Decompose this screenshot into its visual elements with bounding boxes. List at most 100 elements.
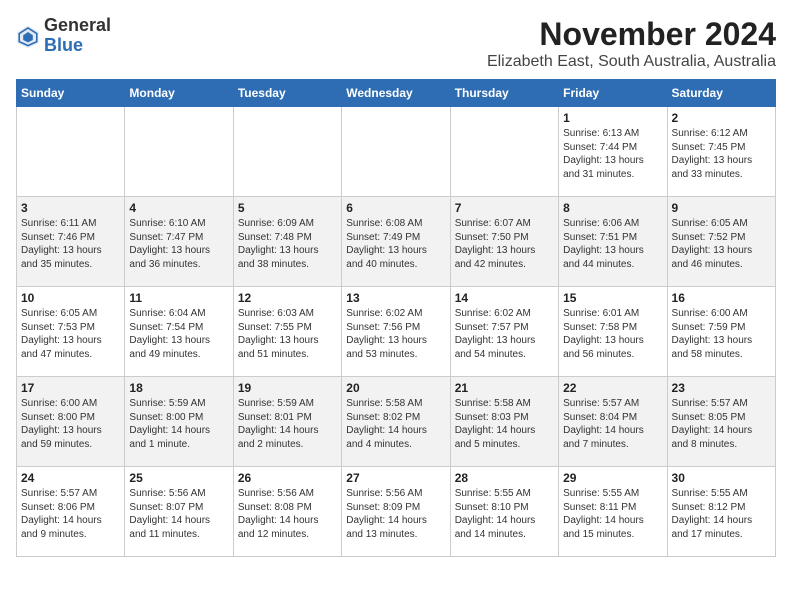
day-number: 21 [455,381,554,395]
day-info: Sunrise: 6:06 AM Sunset: 7:51 PM Dayligh… [563,217,662,271]
calendar-cell: 22 Sunrise: 5:57 AM Sunset: 8:04 PM Dayli… [559,377,667,467]
day-info: Sunrise: 6:00 AM Sunset: 7:59 PM Dayligh… [672,307,771,361]
day-number: 3 [21,201,120,215]
day-info: Sunrise: 5:59 AM Sunset: 8:01 PM Dayligh… [238,397,337,451]
day-number: 2 [672,111,771,125]
calendar-cell: 8 Sunrise: 6:06 AM Sunset: 7:51 PM Daylig… [559,197,667,287]
calendar-cell: 18 Sunrise: 5:59 AM Sunset: 8:00 PM Dayli… [125,377,233,467]
weekday-header: Saturday [667,80,775,107]
calendar-header: SundayMondayTuesdayWednesdayThursdayFrid… [17,80,776,107]
day-info: Sunrise: 6:08 AM Sunset: 7:49 PM Dayligh… [346,217,445,271]
location-subtitle: Elizabeth East, South Australia, Austral… [487,53,776,71]
calendar-week-row: 1 Sunrise: 6:13 AM Sunset: 7:44 PM Daylig… [17,107,776,197]
weekday-header: Thursday [450,80,558,107]
day-info: Sunrise: 6:02 AM Sunset: 7:57 PM Dayligh… [455,307,554,361]
calendar-week-row: 3 Sunrise: 6:11 AM Sunset: 7:46 PM Daylig… [17,197,776,287]
day-number: 25 [129,471,228,485]
calendar-body: 1 Sunrise: 6:13 AM Sunset: 7:44 PM Daylig… [17,107,776,557]
day-info: Sunrise: 6:05 AM Sunset: 7:53 PM Dayligh… [21,307,120,361]
day-info: Sunrise: 5:58 AM Sunset: 8:02 PM Dayligh… [346,397,445,451]
day-number: 1 [563,111,662,125]
calendar-week-row: 17 Sunrise: 6:00 AM Sunset: 8:00 PM Dayli… [17,377,776,467]
day-info: Sunrise: 6:07 AM Sunset: 7:50 PM Dayligh… [455,217,554,271]
day-number: 15 [563,291,662,305]
day-info: Sunrise: 5:56 AM Sunset: 8:09 PM Dayligh… [346,487,445,541]
day-number: 29 [563,471,662,485]
calendar-cell: 10Sunrise: 6:05 AM Sunset: 7:53 PM Dayli… [17,287,125,377]
calendar-cell: 2 Sunrise: 6:12 AM Sunset: 7:45 PM Daylig… [667,107,775,197]
day-number: 12 [238,291,337,305]
weekday-header: Sunday [17,80,125,107]
day-number: 24 [21,471,120,485]
day-number: 23 [672,381,771,395]
calendar-cell: 4 Sunrise: 6:10 AM Sunset: 7:47 PM Daylig… [125,197,233,287]
day-number: 8 [563,201,662,215]
calendar-cell: 11 Sunrise: 6:04 AM Sunset: 7:54 PM Dayli… [125,287,233,377]
day-number: 5 [238,201,337,215]
calendar-cell [233,107,341,197]
day-info: Sunrise: 5:58 AM Sunset: 8:03 PM Dayligh… [455,397,554,451]
day-info: Sunrise: 5:56 AM Sunset: 8:08 PM Dayligh… [238,487,337,541]
title-area: November 2024 Elizabeth East, South Aust… [487,16,776,71]
day-info: Sunrise: 6:01 AM Sunset: 7:58 PM Dayligh… [563,307,662,361]
day-info: Sunrise: 6:00 AM Sunset: 8:00 PM Dayligh… [21,397,120,451]
day-info: Sunrise: 6:10 AM Sunset: 7:47 PM Dayligh… [129,217,228,271]
weekday-header: Friday [559,80,667,107]
calendar-cell: 17 Sunrise: 6:00 AM Sunset: 8:00 PM Dayli… [17,377,125,467]
day-info: Sunrise: 6:04 AM Sunset: 7:54 PM Dayligh… [129,307,228,361]
day-info: Sunrise: 6:02 AM Sunset: 7:56 PM Dayligh… [346,307,445,361]
day-info: Sunrise: 6:11 AM Sunset: 7:46 PM Dayligh… [21,217,120,271]
logo: General Blue [16,16,111,56]
day-info: Sunrise: 5:57 AM Sunset: 8:04 PM Dayligh… [563,397,662,451]
day-number: 18 [129,381,228,395]
weekday-header: Tuesday [233,80,341,107]
day-number: 7 [455,201,554,215]
day-number: 9 [672,201,771,215]
day-number: 22 [563,381,662,395]
calendar-cell: 27 Sunrise: 5:56 AM Sunset: 8:09 PM Dayli… [342,467,450,557]
day-number: 27 [346,471,445,485]
day-number: 20 [346,381,445,395]
logo-text: General Blue [44,16,111,56]
calendar-cell: 15 Sunrise: 6:01 AM Sunset: 7:58 PM Dayli… [559,287,667,377]
day-number: 14 [455,291,554,305]
calendar-week-row: 10Sunrise: 6:05 AM Sunset: 7:53 PM Dayli… [17,287,776,377]
calendar-cell: 23 Sunrise: 5:57 AM Sunset: 8:05 PM Dayli… [667,377,775,467]
weekday-header: Wednesday [342,80,450,107]
day-number: 13 [346,291,445,305]
day-info: Sunrise: 6:12 AM Sunset: 7:45 PM Dayligh… [672,127,771,181]
calendar-cell: 7 Sunrise: 6:07 AM Sunset: 7:50 PM Daylig… [450,197,558,287]
calendar-cell: 19 Sunrise: 5:59 AM Sunset: 8:01 PM Dayli… [233,377,341,467]
calendar-cell: 20 Sunrise: 5:58 AM Sunset: 8:02 PM Dayli… [342,377,450,467]
calendar-week-row: 24 Sunrise: 5:57 AM Sunset: 8:06 PM Dayli… [17,467,776,557]
calendar-cell: 3 Sunrise: 6:11 AM Sunset: 7:46 PM Daylig… [17,197,125,287]
calendar-cell [342,107,450,197]
day-info: Sunrise: 6:13 AM Sunset: 7:44 PM Dayligh… [563,127,662,181]
calendar-cell: 13 Sunrise: 6:02 AM Sunset: 7:56 PM Dayli… [342,287,450,377]
calendar-cell: 9 Sunrise: 6:05 AM Sunset: 7:52 PM Daylig… [667,197,775,287]
calendar-cell: 28 Sunrise: 5:55 AM Sunset: 8:10 PM Dayli… [450,467,558,557]
calendar-cell: 1 Sunrise: 6:13 AM Sunset: 7:44 PM Daylig… [559,107,667,197]
calendar-cell: 24 Sunrise: 5:57 AM Sunset: 8:06 PM Dayli… [17,467,125,557]
day-number: 17 [21,381,120,395]
day-number: 4 [129,201,228,215]
day-info: Sunrise: 5:55 AM Sunset: 8:11 PM Dayligh… [563,487,662,541]
calendar-cell: 30Sunrise: 5:55 AM Sunset: 8:12 PM Dayli… [667,467,775,557]
day-info: Sunrise: 6:05 AM Sunset: 7:52 PM Dayligh… [672,217,771,271]
calendar-cell: 16Sunrise: 6:00 AM Sunset: 7:59 PM Dayli… [667,287,775,377]
calendar-cell: 14 Sunrise: 6:02 AM Sunset: 7:57 PM Dayli… [450,287,558,377]
day-number: 11 [129,291,228,305]
calendar-cell [17,107,125,197]
calendar-cell: 5Sunrise: 6:09 AM Sunset: 7:48 PM Daylig… [233,197,341,287]
day-info: Sunrise: 5:57 AM Sunset: 8:05 PM Dayligh… [672,397,771,451]
weekday-header: Monday [125,80,233,107]
calendar-cell: 25Sunrise: 5:56 AM Sunset: 8:07 PM Dayli… [125,467,233,557]
calendar-table: SundayMondayTuesdayWednesdayThursdayFrid… [16,79,776,557]
day-number: 19 [238,381,337,395]
calendar-cell [450,107,558,197]
day-number: 28 [455,471,554,485]
calendar-cell: 29 Sunrise: 5:55 AM Sunset: 8:11 PM Dayli… [559,467,667,557]
day-info: Sunrise: 5:57 AM Sunset: 8:06 PM Dayligh… [21,487,120,541]
day-info: Sunrise: 5:55 AM Sunset: 8:10 PM Dayligh… [455,487,554,541]
day-info: Sunrise: 5:59 AM Sunset: 8:00 PM Dayligh… [129,397,228,451]
